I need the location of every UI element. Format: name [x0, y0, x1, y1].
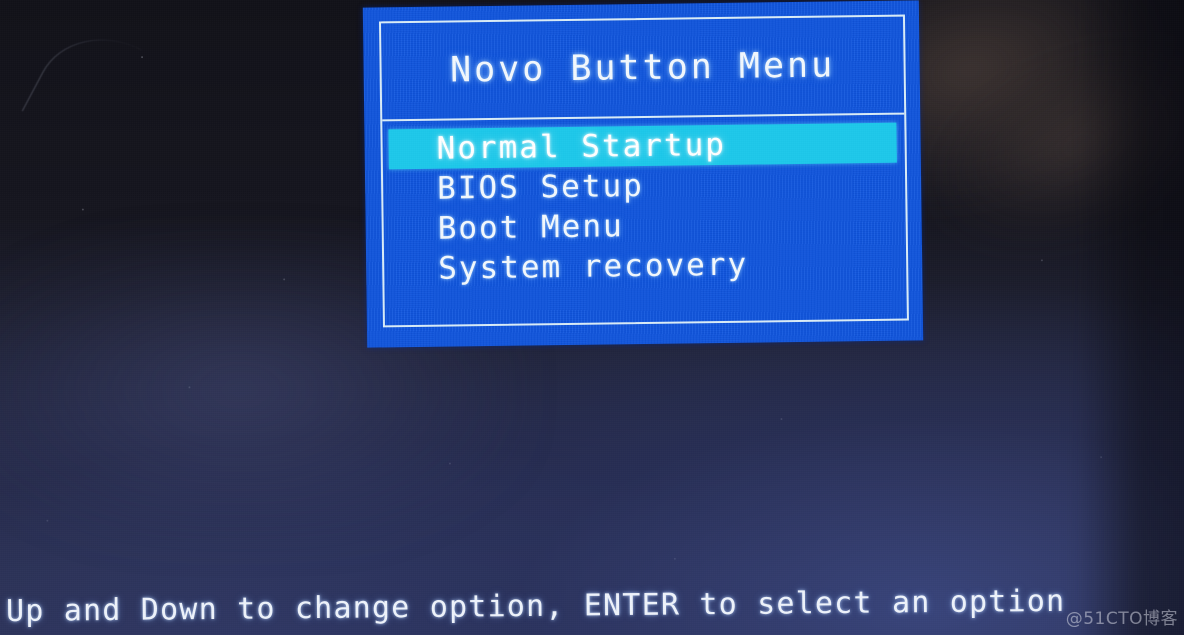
- help-bar: Up and Down to change option, ENTER to s…: [0, 583, 1184, 635]
- novo-button-menu-dialog: Novo Button Menu Normal Startup BIOS Set…: [362, 0, 924, 348]
- dialog-title: Novo Button Menu: [449, 45, 836, 91]
- menu-item-label: Normal Startup: [436, 126, 727, 167]
- menu-option-list: Normal Startup BIOS Setup Boot Menu Syst…: [382, 115, 906, 290]
- menu-item-bios-setup[interactable]: BIOS Setup: [383, 163, 905, 210]
- menu-item-normal-startup[interactable]: Normal Startup: [388, 122, 897, 170]
- menu-item-label: BIOS Setup: [436, 167, 645, 207]
- help-text: Up and Down to change option, ENTER to s…: [5, 583, 1066, 629]
- menu-item-boot-menu[interactable]: Boot Menu: [383, 203, 905, 250]
- dialog-title-bar: Novo Button Menu: [381, 16, 905, 122]
- menu-item-label: Boot Menu: [437, 208, 624, 247]
- menu-item-label: System recovery: [437, 246, 749, 287]
- menu-item-system-recovery[interactable]: System recovery: [384, 243, 906, 290]
- dialog-frame: Novo Button Menu Normal Startup BIOS Set…: [378, 14, 909, 328]
- monitor-photo-screen: Novo Button Menu Normal Startup BIOS Set…: [0, 0, 1184, 635]
